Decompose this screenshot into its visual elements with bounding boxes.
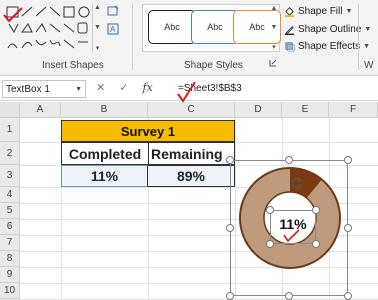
- shape-effects-icon: [285, 42, 295, 52]
- resize-handle[interactable]: [226, 224, 234, 232]
- resize-handle[interactable]: [285, 292, 293, 300]
- formula-buttons: ✕ ✓ fx: [96, 81, 153, 94]
- shapes-gallery-scroll[interactable]: ▲ ▼ ▾: [92, 4, 102, 52]
- column-header-f[interactable]: F: [329, 102, 378, 118]
- row-header-1[interactable]: 1: [0, 118, 20, 142]
- chevron-down-icon[interactable]: ▼: [75, 86, 82, 93]
- row-header-4[interactable]: 4: [0, 187, 20, 203]
- formula-bar: TextBox 1 ▼ ✕ ✓ fx =Sheet3!$B$3: [0, 77, 378, 101]
- chevron-down-icon: ▼: [363, 43, 371, 50]
- insert-function-icon[interactable]: fx: [142, 81, 152, 94]
- more-icon[interactable]: ▾: [96, 44, 100, 52]
- remaining-header-cell[interactable]: Remaining: [148, 142, 235, 165]
- chevron-down-icon: ▼: [345, 8, 353, 15]
- resize-handle[interactable]: [285, 156, 293, 164]
- svg-text:A: A: [110, 25, 116, 34]
- resize-handle[interactable]: [344, 156, 352, 164]
- row-header-7[interactable]: 7: [0, 235, 20, 251]
- shape-style-swatch-2[interactable]: Abc: [191, 10, 239, 44]
- name-box[interactable]: TextBox 1 ▼: [2, 80, 86, 98]
- textbox-text[interactable]: 11%: [270, 212, 316, 236]
- shape-effects-label: Shape Effects: [298, 41, 361, 52]
- formula-input[interactable]: =Sheet3!$B$3: [178, 83, 242, 94]
- row-header-3[interactable]: 3: [0, 165, 20, 187]
- group-divider: [132, 4, 133, 70]
- edit-shape-icon[interactable]: [106, 4, 120, 18]
- name-box-value: TextBox 1: [6, 83, 50, 95]
- enter-icon[interactable]: ✓: [119, 81, 128, 94]
- shape-outline-label: Shape Outline: [298, 24, 362, 35]
- survey-title-cell[interactable]: Survey 1: [61, 120, 235, 142]
- column-header-c[interactable]: C: [148, 102, 235, 118]
- textbox-resize-handle[interactable]: [312, 240, 320, 248]
- shape-fill-label: Shape Fill: [298, 6, 343, 17]
- styles-scroll-up-icon[interactable]: ▲: [271, 5, 278, 12]
- row-header-2[interactable]: 2: [0, 142, 20, 165]
- styles-more-icon[interactable]: ▾: [272, 43, 276, 51]
- completed-value-cell[interactable]: 11%: [61, 165, 148, 187]
- remaining-value-cell[interactable]: 89%: [148, 165, 235, 187]
- textbox-resize-handle[interactable]: [266, 240, 274, 248]
- styles-gallery-scroll[interactable]: ▲ ▼ ▾: [269, 5, 279, 51]
- paint-bucket-icon: [284, 7, 295, 17]
- column-header-e[interactable]: E: [282, 102, 329, 118]
- styles-scroll-down-icon[interactable]: ▼: [271, 24, 278, 31]
- row-header-10[interactable]: 10: [0, 283, 20, 299]
- column-header-a[interactable]: A: [20, 102, 61, 118]
- shapes-gallery-icons: [6, 6, 90, 49]
- row-header-6[interactable]: 6: [0, 219, 20, 235]
- text-box-icon[interactable]: A: [106, 22, 120, 36]
- shape-styles-group-label: Shape Styles: [184, 60, 243, 71]
- shape-fill-button[interactable]: Shape Fill ▼: [284, 6, 352, 17]
- dialog-launcher-icon[interactable]: [268, 58, 278, 68]
- insert-shapes-gallery[interactable]: [4, 4, 104, 54]
- column-header-d[interactable]: D: [235, 102, 282, 118]
- group-divider: [358, 4, 359, 70]
- resize-handle[interactable]: [226, 292, 234, 300]
- resize-handle[interactable]: [344, 224, 352, 232]
- rotate-handle-icon[interactable]: [290, 176, 304, 190]
- completed-header-cell[interactable]: Completed: [61, 142, 148, 165]
- resize-handle[interactable]: [344, 292, 352, 300]
- row-header-9[interactable]: 9: [0, 267, 20, 283]
- chevron-down-icon: ▼: [364, 26, 372, 33]
- row-header-5[interactable]: 5: [0, 203, 20, 219]
- pencil-icon: [284, 26, 295, 35]
- shape-style-swatch-1[interactable]: Abc: [148, 10, 196, 44]
- ribbon: ▲ ▼ ▾ A Insert Shapes Abc Abc Abc ▲ ▼ ▾ …: [0, 0, 378, 76]
- scroll-down-icon[interactable]: ▼: [94, 24, 101, 31]
- resize-handle[interactable]: [226, 156, 234, 164]
- column-header-b[interactable]: B: [61, 102, 148, 118]
- wordart-group-label: W: [364, 60, 374, 71]
- insert-shapes-group-label: Insert Shapes: [42, 60, 104, 71]
- scroll-up-icon[interactable]: ▲: [94, 4, 101, 11]
- row-header-8[interactable]: 8: [0, 251, 20, 267]
- select-all-corner[interactable]: [0, 102, 20, 118]
- cancel-icon[interactable]: ✕: [96, 81, 105, 94]
